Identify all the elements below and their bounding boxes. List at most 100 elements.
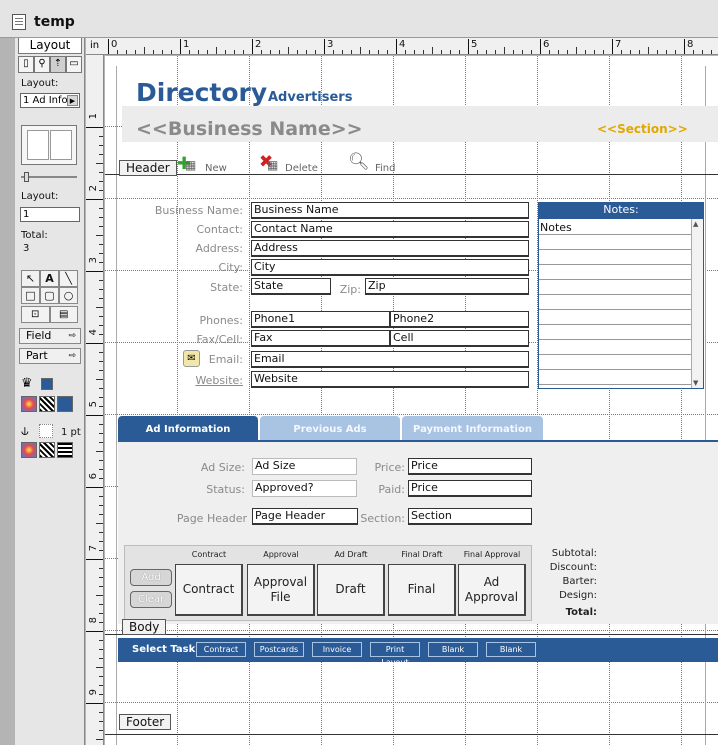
rectangle-tool-icon[interactable]: □: [21, 287, 40, 304]
select-task-label: Select Task:: [132, 644, 200, 655]
footer-part-tag[interactable]: Footer: [119, 714, 172, 730]
browse-mode-icon[interactable]: ▯: [18, 56, 34, 73]
find-button[interactable]: Find: [375, 163, 396, 174]
phone1-field[interactable]: Phone1: [251, 311, 390, 328]
layout-book-icon[interactable]: [21, 125, 77, 165]
fax-field[interactable]: Fax: [251, 330, 390, 347]
email-label: Email:: [208, 353, 243, 366]
paid-field[interactable]: Price: [408, 480, 532, 497]
fill-color-swatch[interactable]: [41, 378, 53, 390]
body-part-tag[interactable]: Body: [122, 619, 167, 635]
state-field[interactable]: State: [251, 278, 331, 295]
tab-payment-information[interactable]: Payment Information: [402, 416, 543, 441]
triangle-right-icon: ▶: [67, 95, 78, 106]
city-field[interactable]: City: [251, 259, 529, 276]
tab-ad-information[interactable]: Ad Information: [118, 416, 258, 441]
page-margin-left: [116, 66, 117, 745]
ruler-mark: 1: [180, 39, 189, 54]
contact-field[interactable]: Contact Name: [251, 221, 529, 238]
pen-icon[interactable]: ⫝: [21, 424, 29, 439]
price-field[interactable]: Price: [408, 458, 532, 475]
layout-select[interactable]: 1 Ad Info ▶: [20, 93, 80, 108]
line-width-icon[interactable]: [57, 442, 73, 458]
rounded-rect-tool-icon[interactable]: ▢: [40, 287, 59, 304]
website-link[interactable]: Website:: [125, 374, 243, 387]
email-field[interactable]: Email: [251, 351, 529, 368]
layout-number-input[interactable]: 1: [20, 207, 80, 222]
ruler-mark: 7: [612, 39, 621, 54]
line-tool-icon[interactable]: ╲: [59, 270, 78, 287]
approval-step-button[interactable]: Approval File: [247, 564, 315, 616]
notes-field[interactable]: Notes ▲ ▼: [538, 218, 704, 389]
mode-tab-layout[interactable]: Layout: [18, 38, 82, 54]
ad-approval-step-button[interactable]: Ad Approval: [458, 564, 526, 616]
ad-size-field[interactable]: Ad Size: [252, 458, 357, 475]
status-field[interactable]: Approved?: [252, 480, 357, 497]
text-tool-icon[interactable]: A: [40, 270, 59, 287]
website-field[interactable]: Website: [251, 371, 529, 388]
contract-step-button[interactable]: Contract: [175, 564, 243, 616]
task-invoice-button[interactable]: Invoice: [312, 642, 362, 657]
tab-strip: Ad Information Previous Ads Payment Info…: [118, 416, 718, 442]
button-tool-icon[interactable]: ⊡: [21, 306, 50, 323]
fill-color-picker-icon[interactable]: [21, 396, 37, 412]
task-blank-button[interactable]: Blank: [486, 642, 536, 657]
notes-scrollbar[interactable]: ▲ ▼: [691, 219, 703, 388]
header-part-tag[interactable]: Header: [119, 160, 177, 176]
part-tool-button[interactable]: Part ⇨: [19, 348, 81, 364]
ruler-mark: 2: [88, 185, 99, 192]
task-postcards-button[interactable]: Postcards: [254, 642, 304, 657]
slider-knob[interactable]: [24, 172, 29, 182]
ruler-mark: 5: [88, 401, 99, 408]
oval-tool-icon[interactable]: ○: [59, 287, 78, 304]
clear-button[interactable]: Clear: [130, 591, 172, 608]
header-part-boundary: [105, 174, 718, 175]
section-merge[interactable]: <<Section>>: [597, 122, 688, 136]
step-caption: Contract: [191, 550, 227, 559]
fill-effect-icon[interactable]: [57, 396, 73, 412]
task-print-layout-button[interactable]: Print Layout: [370, 642, 420, 667]
new-button[interactable]: New: [205, 163, 227, 174]
subtotal-label: Subtotal:: [551, 548, 597, 559]
pointer-tool-icon[interactable]: ↖: [21, 270, 40, 287]
address-field[interactable]: Address: [251, 240, 529, 257]
tab-previous-ads[interactable]: Previous Ads: [260, 416, 400, 441]
page-title: Directory: [136, 78, 268, 107]
layout-palette: Layout ▯ ⚲ ⇡ ▭ Layout: 1 Ad Info ▶ Layou…: [15, 38, 85, 745]
preview-mode-icon[interactable]: ▭: [66, 56, 82, 73]
ad-size-label: Ad Size:: [200, 461, 245, 474]
layout-slider[interactable]: [21, 172, 77, 182]
find-mode-icon[interactable]: ⚲: [34, 56, 50, 73]
business-name-merge[interactable]: <<Business Name>>: [136, 118, 363, 140]
scroll-up-icon[interactable]: ▲: [693, 220, 698, 228]
pen-pattern-icon[interactable]: [39, 442, 55, 458]
phone2-field[interactable]: Phone2: [390, 311, 529, 328]
zip-field[interactable]: Zip: [365, 278, 529, 295]
layout-canvas[interactable]: Directory Advertisers <<Business Name>> …: [105, 56, 718, 745]
portal-tool-icon[interactable]: ▤: [49, 306, 78, 323]
layout-mode-icon[interactable]: ⇡: [50, 56, 66, 73]
section-field[interactable]: Section: [408, 508, 532, 525]
task-contract-button[interactable]: Contract: [196, 642, 246, 657]
task-blank-button[interactable]: Blank: [428, 642, 478, 657]
line-pattern-swatch[interactable]: [39, 424, 53, 438]
scroll-down-icon[interactable]: ▼: [693, 379, 698, 387]
delete-button[interactable]: Delete: [285, 163, 318, 174]
add-button[interactable]: Add: [130, 569, 172, 586]
draft-step-button[interactable]: Draft: [317, 564, 385, 616]
business-name-field[interactable]: Business Name: [251, 202, 529, 219]
fill-pattern-icon[interactable]: [39, 396, 55, 412]
cell-field[interactable]: Cell: [390, 330, 529, 347]
status-label: Status:: [206, 483, 245, 496]
pen-color-picker-icon[interactable]: [21, 442, 37, 458]
line-width-value[interactable]: 1 pt: [61, 427, 81, 438]
final-step-button[interactable]: Final: [388, 564, 456, 616]
ruler-mark: 3: [324, 39, 333, 54]
ruler-mark: 3: [88, 257, 99, 264]
body-part-boundary: [105, 634, 718, 635]
field-tool-button[interactable]: Field ⇨: [19, 328, 81, 344]
fill-bucket-icon[interactable]: ♛: [21, 376, 33, 391]
magnifier-icon[interactable]: 🔍︎: [348, 152, 370, 172]
page-subtitle: Advertisers: [268, 90, 353, 105]
page-header-field[interactable]: Page Header: [252, 508, 358, 525]
